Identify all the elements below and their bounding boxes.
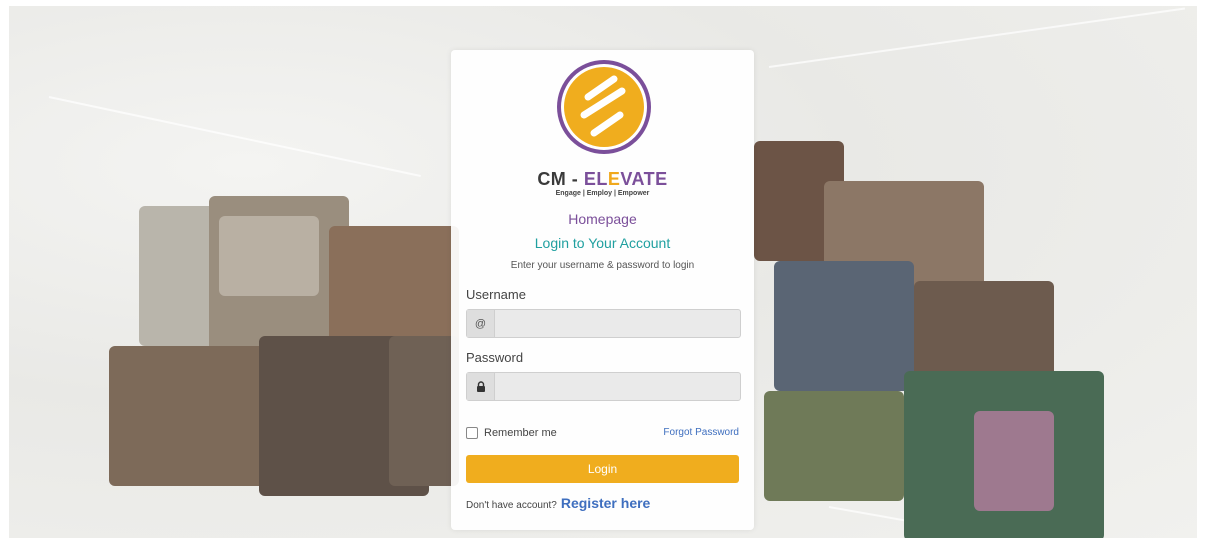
brand-name: CM - ELEVATE xyxy=(537,169,668,189)
forgot-password-link[interactable]: Forgot Password xyxy=(663,427,739,438)
lock-icon xyxy=(467,373,495,400)
password-field-group xyxy=(466,372,741,401)
at-sign-icon: @ xyxy=(467,310,495,337)
register-prompt: Don't have account? xyxy=(466,500,557,511)
remember-me-checkbox[interactable] xyxy=(466,427,478,439)
login-button[interactable]: Login xyxy=(466,455,739,483)
homepage-label: Homepage xyxy=(568,211,637,227)
remember-me-label: Remember me xyxy=(484,427,557,439)
login-title: Login to Your Account xyxy=(534,235,671,251)
remember-me-option[interactable]: Remember me xyxy=(466,427,557,439)
username-field-group: @ xyxy=(466,309,741,338)
cm-elevate-logo xyxy=(554,57,654,157)
login-card: CM - ELEVATE Engage | Employ | Empower H… xyxy=(451,50,754,530)
password-label: Password xyxy=(466,350,524,365)
username-label: Username xyxy=(466,287,526,302)
login-subtitle: Enter your username & password to login xyxy=(510,260,695,271)
brand-tagline: Engage | Employ | Empower xyxy=(555,190,650,197)
register-link[interactable]: Register here xyxy=(561,495,650,511)
left-photo-collage xyxy=(109,186,459,506)
username-input[interactable] xyxy=(495,310,740,337)
right-photo-collage xyxy=(754,141,1114,538)
register-prompt-line: Don't have account? Register here xyxy=(466,495,650,511)
password-input[interactable] xyxy=(495,373,740,400)
